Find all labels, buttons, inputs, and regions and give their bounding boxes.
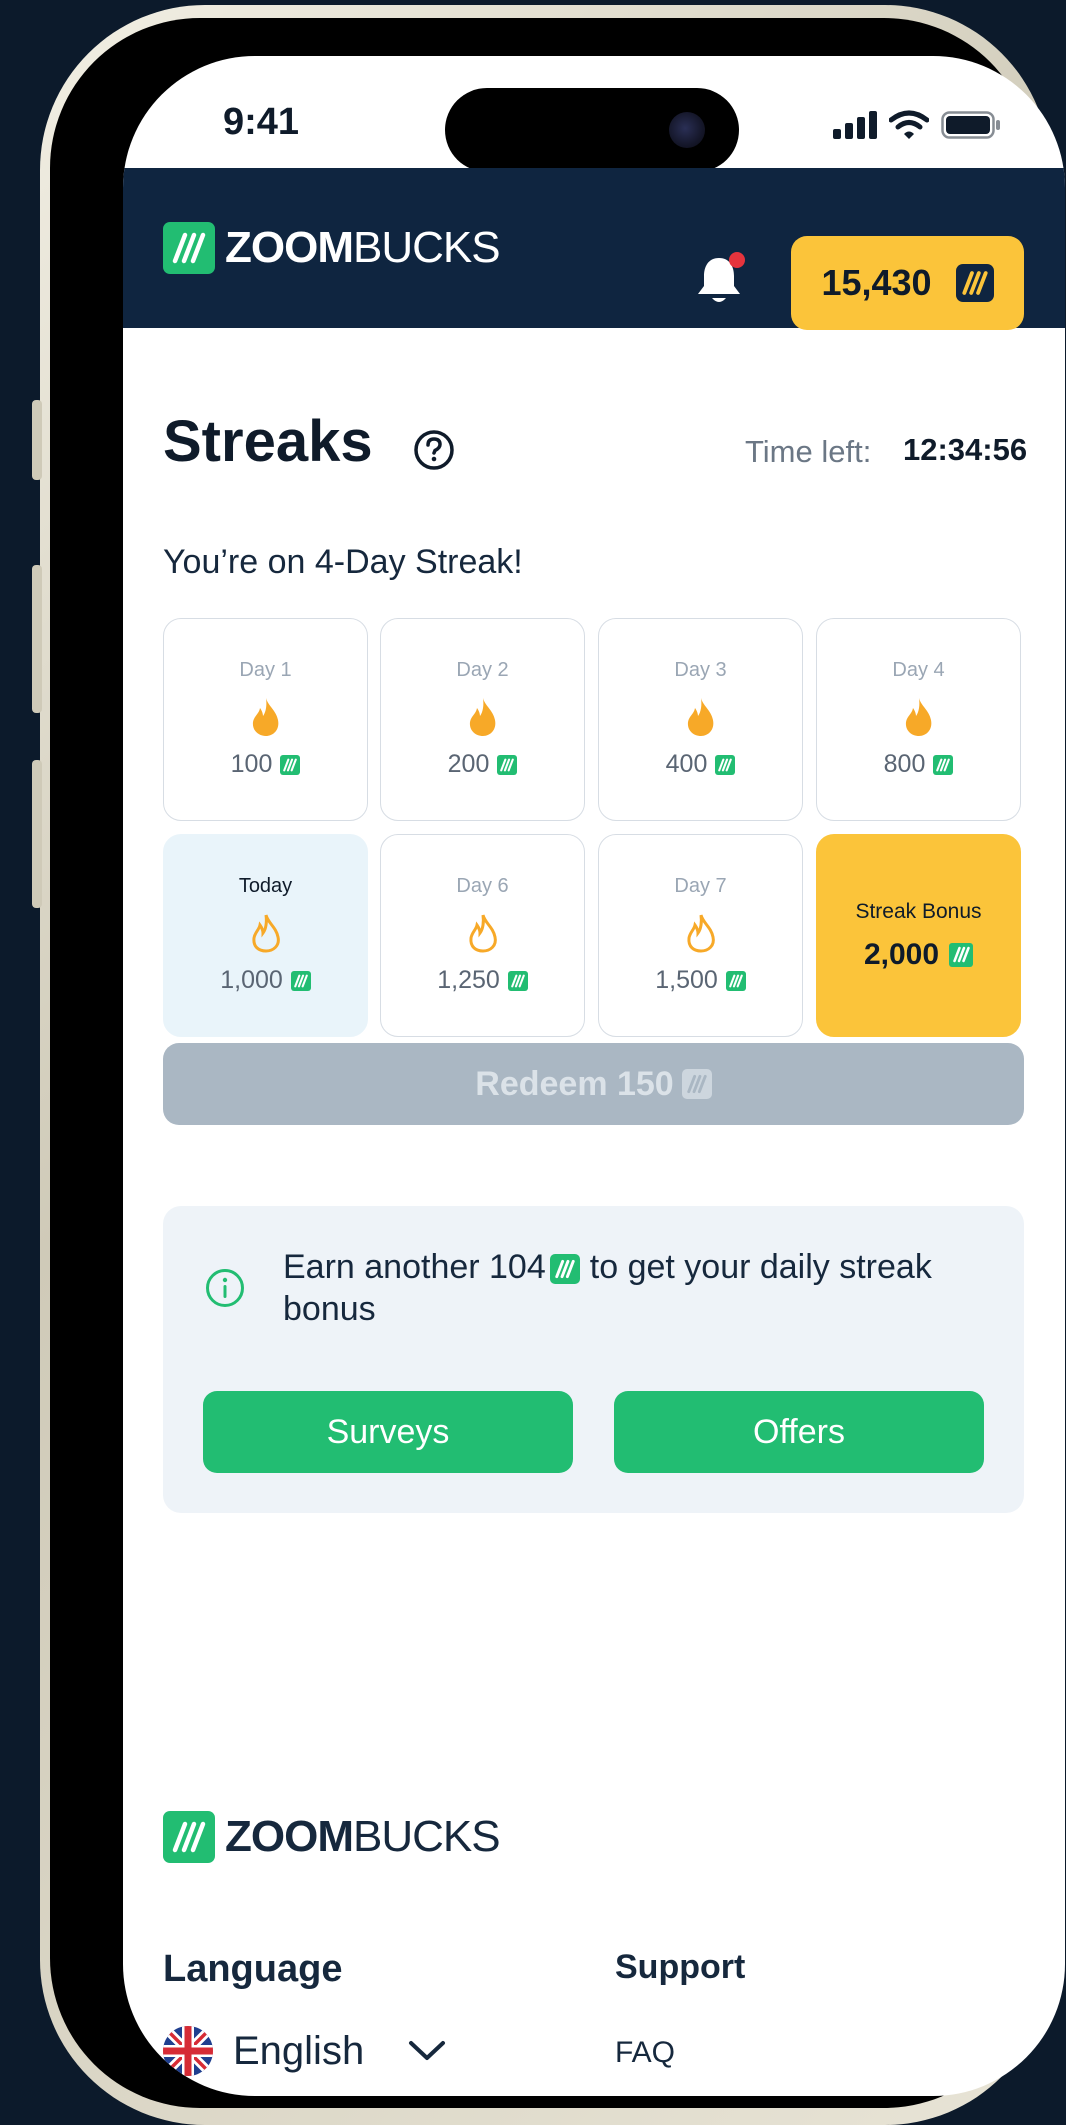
logo-wordmark-regular: BUCKS	[352, 223, 501, 272]
zoombucks-coin-icon	[725, 970, 746, 991]
logo-wordmark: ZOOMBUCKS	[225, 1812, 501, 1862]
header-logo[interactable]: ZOOMBUCKS	[163, 222, 501, 274]
logo-wordmark-bold: ZOOM	[225, 223, 354, 272]
zoombucks-coin-icon	[290, 970, 311, 991]
streak-bonus-card: Streak Bonus 2,000	[816, 834, 1021, 1037]
reward-amount: 1,500	[655, 966, 718, 994]
balance-value: 15,430	[821, 262, 932, 303]
zoombucks-coin-icon	[949, 942, 974, 967]
flame-filled-icon	[905, 698, 931, 736]
zoombucks-coin-icon	[681, 1069, 712, 1099]
day-reward: 200	[448, 750, 518, 779]
day-label: Day 4	[892, 659, 945, 681]
side-button-mute	[32, 400, 42, 480]
day-reward: 400	[666, 750, 736, 779]
flame-outline-icon	[468, 914, 497, 953]
uk-flag-icon	[163, 2026, 213, 2076]
offers-button[interactable]: Offers	[614, 1391, 984, 1473]
streak-bonus-reward: 2,000	[863, 937, 974, 972]
redeem-button[interactable]: Redeem 150	[163, 1043, 1024, 1125]
redeem-label: Redeem 150	[475, 1064, 674, 1103]
streak-status: You’re on 4-Day Streak!	[163, 543, 523, 581]
zoombucks-coin-icon	[933, 754, 954, 775]
phone-screen: 9:41 ZOOMBUCKS 15,430 Streaks Time left:…	[123, 56, 1065, 2096]
streak-day-card: Day 2 200	[380, 618, 585, 821]
side-button-volume-up	[32, 565, 42, 713]
reward-amount: 200	[447, 750, 490, 778]
streak-bonus-label: Streak Bonus	[855, 899, 982, 923]
reward-amount: 400	[665, 750, 708, 778]
earn-more-message: Earn another 104 to get your daily streak…	[283, 1246, 983, 1330]
zoombucks-logo-icon	[163, 222, 215, 274]
surveys-label: Surveys	[326, 1412, 450, 1451]
language-selector[interactable]: English	[163, 2026, 446, 2076]
day-reward: 1,500	[655, 966, 746, 995]
day-label: Day 1	[239, 659, 292, 681]
logo-wordmark: ZOOMBUCKS	[225, 223, 501, 273]
day-reward: 1,000	[220, 966, 311, 995]
camera-icon	[669, 112, 705, 148]
streak-day-card: Day 3 400	[598, 618, 803, 821]
streak-day-card-today: Today 1,000	[163, 834, 368, 1037]
faq-link[interactable]: FAQ	[615, 2036, 675, 2070]
dynamic-island	[445, 88, 739, 172]
chevron-down-icon	[409, 2041, 446, 2060]
flame-outline-icon	[251, 914, 280, 953]
status-time: 9:41	[223, 101, 300, 143]
page-title: Streaks	[163, 409, 373, 474]
surveys-button[interactable]: Surveys	[203, 1391, 573, 1473]
streak-day-card: Day 4 800	[816, 618, 1021, 821]
day-reward: 100	[231, 750, 301, 779]
time-left-label: Time left:	[745, 434, 872, 469]
zoombucks-coin-icon	[497, 754, 518, 775]
flame-filled-icon	[687, 698, 713, 736]
zoombucks-coin-icon	[280, 754, 301, 775]
reward-amount: 1,000	[220, 966, 283, 994]
day-label: Day 3	[674, 659, 727, 681]
help-icon[interactable]	[413, 429, 455, 471]
support-heading: Support	[615, 1948, 746, 1986]
zoombucks-coin-icon	[715, 754, 736, 775]
day-label: Day 7	[674, 875, 727, 897]
footer-logo[interactable]: ZOOMBUCKS	[163, 1811, 501, 1863]
day-label: Day 2	[456, 659, 509, 681]
streak-day-card: Day 6 1,250	[380, 834, 585, 1037]
zoombucks-coin-icon	[549, 1254, 580, 1285]
language-heading: Language	[163, 1948, 343, 1990]
time-left-value: 12:34:56	[903, 432, 1028, 467]
day-reward: 1,250	[437, 966, 528, 995]
day-label: Today	[238, 875, 293, 897]
side-button-volume-down	[32, 760, 42, 908]
wifi-icon	[889, 110, 929, 139]
earn-more-text-start: Earn another 104	[283, 1248, 546, 1286]
zoombucks-coin-icon	[507, 970, 528, 991]
logo-wordmark-bold: ZOOM	[225, 1812, 354, 1861]
info-icon	[206, 1269, 244, 1307]
streak-day-card: Day 1 100	[163, 618, 368, 821]
battery-icon	[941, 111, 1000, 139]
earn-more-panel: Earn another 104 to get your daily streak…	[163, 1206, 1024, 1513]
balance-badge[interactable]: 15,430	[791, 236, 1024, 330]
zoombucks-coin-icon	[955, 264, 994, 302]
day-reward: 800	[884, 750, 954, 779]
zoombucks-logo-icon	[163, 1811, 215, 1863]
logo-wordmark-regular: BUCKS	[352, 1812, 501, 1861]
streak-bonus-value: 2,000	[863, 937, 940, 971]
status-icons	[833, 110, 1001, 140]
cellular-signal-icon	[833, 111, 877, 139]
reward-amount: 100	[230, 750, 273, 778]
reward-amount: 1,250	[437, 966, 500, 994]
flame-filled-icon	[469, 698, 495, 736]
offers-label: Offers	[753, 1412, 845, 1451]
notification-badge	[729, 252, 745, 268]
flame-outline-icon	[686, 914, 715, 953]
flame-filled-icon	[252, 698, 278, 736]
phone-bezel: 9:41 ZOOMBUCKS 15,430 Streaks Time left:…	[50, 18, 1065, 2108]
reward-amount: 800	[883, 750, 926, 778]
streak-day-card: Day 7 1,500	[598, 834, 803, 1037]
day-label: Day 6	[456, 875, 509, 897]
language-value: English	[233, 2028, 365, 2073]
